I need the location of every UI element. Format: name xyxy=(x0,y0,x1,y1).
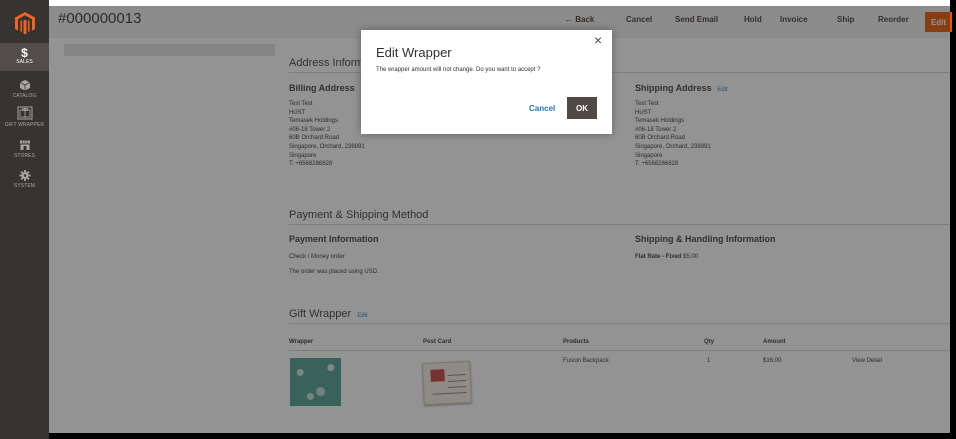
modal-title: Edit Wrapper xyxy=(376,45,452,60)
sidebar-item-gift-wrapper[interactable]: GIFT WRAPPER xyxy=(0,106,49,128)
gear-icon xyxy=(19,170,30,181)
magento-logo[interactable] xyxy=(0,5,49,41)
dollar-icon: $ xyxy=(21,46,28,60)
sidebar-item-label: STORES xyxy=(13,153,36,159)
store-icon xyxy=(19,140,30,150)
edit-wrapper-modal: Edit Wrapper × The wrapper amount will n… xyxy=(361,30,612,134)
magento-logo-icon xyxy=(14,12,35,35)
sidebar-item-label: SALES xyxy=(16,59,33,65)
sidebar-item-stores[interactable]: STORES xyxy=(0,140,49,159)
gift-icon xyxy=(17,106,32,120)
sidebar-item-label: SYSTEM xyxy=(13,183,36,189)
sidebar-item-sales[interactable]: $ SALES xyxy=(0,43,49,71)
close-icon[interactable]: × xyxy=(594,33,602,47)
sidebar-item-label: CATALOG xyxy=(12,93,37,99)
modal-ok-button[interactable]: OK xyxy=(567,97,597,119)
admin-sidebar: $ SALES CATALOG GIFT WRAPPER STORES SYST… xyxy=(0,0,49,439)
modal-message: The wrapper amount will not change. Do y… xyxy=(376,67,541,73)
sidebar-item-label: GIFT WRAPPER xyxy=(4,122,45,128)
cube-icon xyxy=(19,80,30,91)
modal-cancel-button[interactable]: Cancel xyxy=(529,104,555,113)
sidebar-item-system[interactable]: SYSTEM xyxy=(0,170,49,189)
sidebar-item-catalog[interactable]: CATALOG xyxy=(0,80,49,99)
